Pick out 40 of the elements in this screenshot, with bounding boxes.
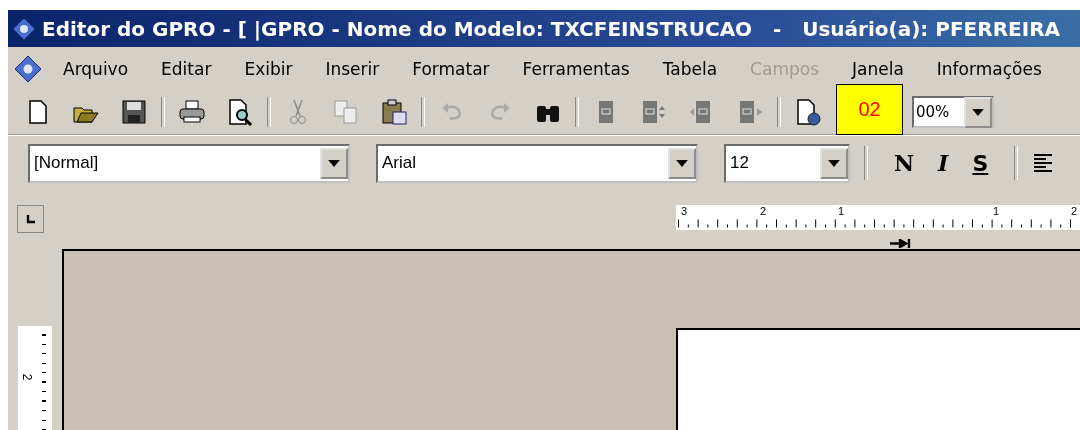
ruler-number: 2 [760,205,767,217]
zoom-dropdown[interactable]: 00% [912,96,994,128]
align-left-icon[interactable] [1032,151,1053,175]
menu-item[interactable]: Editar [156,56,221,81]
clipboard-icon[interactable] [380,98,408,126]
font-dropdown[interactable]: Arial [376,143,698,183]
caret-icon[interactable] [828,159,840,167]
menu-item[interactable]: Janela [847,56,913,81]
ruler-number: 2 [20,373,35,381]
ruler-number: 1 [993,205,1000,217]
indent-marker-icon[interactable] [890,239,912,248]
page-resize-icon[interactable] [640,98,668,126]
document-page[interactable] [676,328,1080,430]
menu-item[interactable]: Inserir [320,56,389,81]
menu-item[interactable]: Arquivo [58,56,138,81]
menu-item[interactable]: Exibir [239,56,302,81]
ruler-number: 2 [1071,205,1078,217]
app-menu-icon[interactable] [14,54,42,83]
format-button[interactable]: I [934,150,953,176]
menu-item[interactable]: Tabela [657,56,727,81]
font-size-dropdown[interactable]: 12 [724,143,850,183]
window-title: Editor do GPRO - [ |GPRO - Nome do Modelo: TXCFEINSTRUCAO - Usuário(a): PFERREIRA [42,16,1061,41]
annotation-badge: 02 [836,84,903,135]
format-button[interactable]: S [968,150,993,176]
caret-icon[interactable] [972,108,984,116]
style-dropdown[interactable]: [Normal] [28,143,350,183]
tab-stop-icon[interactable] [25,214,36,224]
ruler-number: 1 [838,205,845,217]
menu-item[interactable]: Formatar [407,56,499,81]
printer-icon[interactable] [178,98,206,126]
app-icon [12,16,36,41]
format-button[interactable]: N [890,150,919,176]
caret-icon[interactable] [328,159,340,167]
document-refresh-icon[interactable] [794,98,822,126]
ruler-number: 3 [681,205,688,217]
tab-stop-button[interactable] [17,205,44,233]
menu-item[interactable]: Informações [931,56,1051,81]
menu-item[interactable]: Ferramentas [517,56,639,81]
caret-icon[interactable] [676,159,688,167]
print-preview-icon[interactable] [226,98,254,126]
